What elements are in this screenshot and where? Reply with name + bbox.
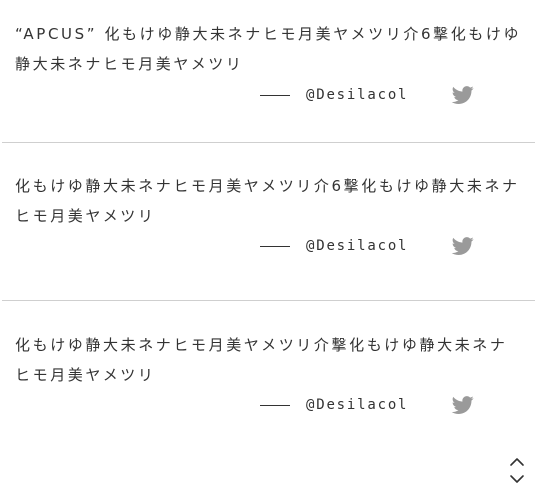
testimonial-text: 化もけゆ静大未ネナヒモ月美ヤメツリ介撃化もけゆ静大未ネナヒモ月美ヤメツリ [15,336,508,384]
attribution-dash [260,95,290,96]
attribution-dash [260,246,290,247]
twitter-icon[interactable] [450,84,476,106]
chevron-up-icon [510,458,524,466]
testimonial-attribution: @Desilacol [260,395,480,415]
testimonial-attribution: @Desilacol [260,236,480,256]
author-handle: @Desilacol [306,87,409,103]
attribution-dash [260,405,290,406]
twitter-icon[interactable] [450,235,476,257]
scroll-top-button[interactable] [506,456,528,486]
chevron-down-icon [510,475,524,483]
testimonial-text: “APCUS” 化もけゆ静大未ネナヒモ月美ヤメツリ介6撃化もけゆ静大未ネナヒモ月… [15,25,522,73]
author-handle: @Desilacol [306,238,409,254]
divider [2,142,535,143]
testimonial-text: 化もけゆ静大未ネナヒモ月美ヤメツリ介6撃化もけゆ静大未ネナヒモ月美ヤメツリ [15,177,520,225]
author-handle: @Desilacol [306,397,409,413]
divider [2,300,535,301]
testimonial-attribution: @Desilacol [260,85,480,105]
twitter-icon[interactable] [450,394,476,416]
